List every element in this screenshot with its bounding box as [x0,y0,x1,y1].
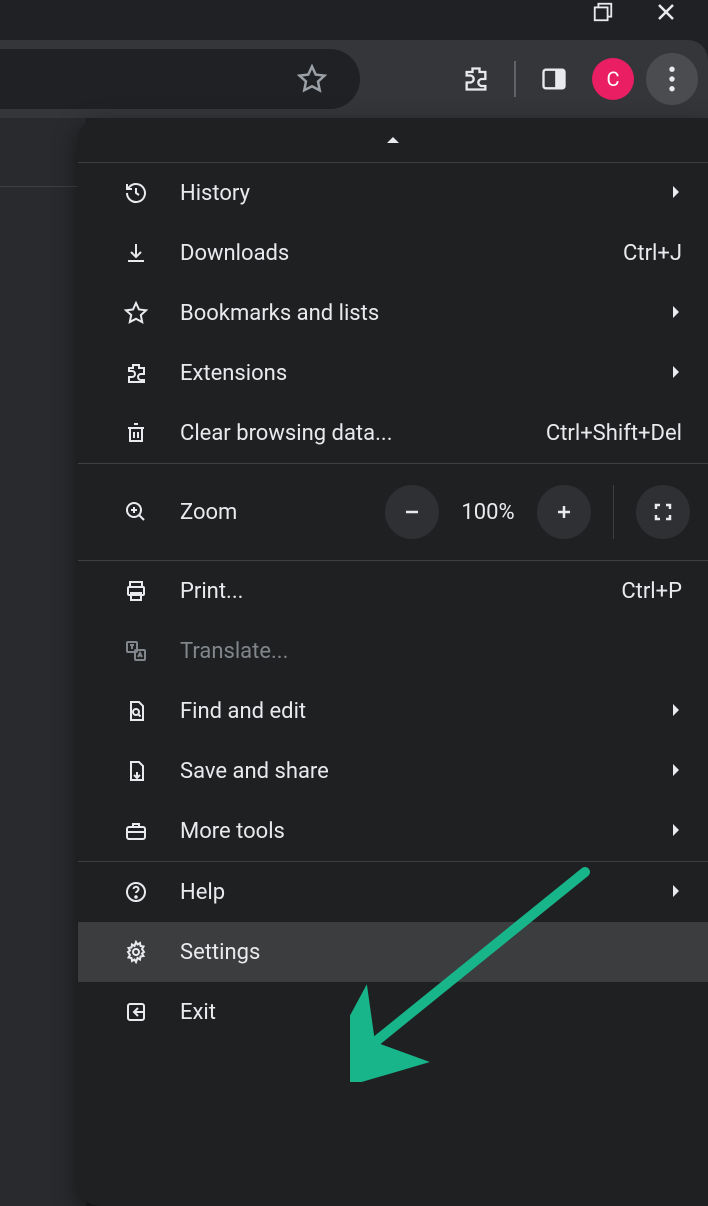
zoom-out-button[interactable] [385,485,439,539]
exit-icon [122,1000,150,1024]
menu-item-find[interactable]: Find and edit [78,681,708,741]
app-menu: History Downloads Ctrl+J Bookmarks and l… [78,118,708,1206]
menu-item-history[interactable]: History [78,163,708,223]
menu-item-label: More tools [180,819,640,844]
maximize-icon[interactable] [592,0,614,24]
menu-item-bookmarks[interactable]: Bookmarks and lists [78,283,708,343]
menu-zoom-section: Zoom 100% [78,463,708,560]
app-menu-button[interactable] [646,53,698,105]
chevron-right-icon [670,880,682,905]
translate-icon [122,639,150,663]
menu-item-shortcut: Ctrl+Shift+Del [546,421,682,446]
profile-avatar[interactable]: C [592,58,634,100]
menu-item-label: Clear browsing data... [180,421,516,446]
menu-item-save-share[interactable]: Save and share [78,741,708,801]
zoom-level: 100% [453,500,523,525]
menu-item-shortcut: Ctrl+J [623,241,682,266]
extension-icon [122,361,150,385]
history-icon [122,181,150,205]
trash-icon [122,421,150,445]
menu-item-label: Translate... [180,639,682,664]
menu-item-help[interactable]: Help [78,862,708,922]
menu-scroll-down-icon[interactable] [78,1042,708,1086]
menu-scroll-up-icon[interactable] [78,118,708,162]
chevron-right-icon [670,361,682,386]
zoom-controls: 100% [385,485,690,539]
menu-item-translate: Translate... [78,621,708,681]
zoom-in-button[interactable] [537,485,591,539]
menu-item-label: Find and edit [180,699,640,724]
menu-item-settings[interactable]: Settings [78,922,708,982]
menu-item-clear-data[interactable]: Clear browsing data... Ctrl+Shift+Del [78,403,708,463]
menu-item-label: Settings [180,940,682,965]
menu-item-label: Save and share [180,759,640,784]
download-icon [122,241,150,265]
zoom-icon [122,500,150,524]
menu-item-label: Exit [180,1000,682,1025]
browser-toolbar: C [0,40,708,118]
menu-section: History Downloads Ctrl+J Bookmarks and l… [78,162,708,463]
gear-icon [122,940,150,964]
zoom-divider [613,485,614,539]
menu-item-label: History [180,181,640,206]
menu-item-label: Print... [180,579,591,604]
menu-item-label: Bookmarks and lists [180,301,640,326]
menu-item-shortcut: Ctrl+P [621,579,682,604]
chevron-right-icon [670,301,682,326]
close-icon[interactable] [654,0,678,24]
extensions-icon[interactable] [450,53,502,105]
toolbox-icon [122,819,150,843]
menu-section: Print... Ctrl+P Translate... Find and ed… [78,560,708,861]
star-icon [122,301,150,325]
chevron-right-icon [670,759,682,784]
help-icon [122,880,150,904]
find-in-page-icon [122,699,150,723]
menu-item-zoom: Zoom 100% [78,464,708,560]
zoom-label: Zoom [180,500,355,525]
chevron-right-icon [670,699,682,724]
menu-item-label: Downloads [180,241,593,266]
menu-item-more-tools[interactable]: More tools [78,801,708,861]
window-controls [592,0,708,32]
save-share-icon [122,759,150,783]
page-content-area [0,118,86,1206]
omnibox[interactable] [0,49,360,109]
menu-item-label: Extensions [180,361,640,386]
menu-item-downloads[interactable]: Downloads Ctrl+J [78,223,708,283]
bookmark-star-icon[interactable] [286,53,338,105]
menu-item-extensions[interactable]: Extensions [78,343,708,403]
menu-item-label: Help [180,880,640,905]
chevron-right-icon [670,819,682,844]
toolbar-divider [514,61,516,97]
sidepanel-icon[interactable] [528,53,580,105]
chevron-right-icon [670,181,682,206]
menu-item-exit[interactable]: Exit [78,982,708,1042]
avatar-letter: C [606,67,619,91]
menu-item-print[interactable]: Print... Ctrl+P [78,561,708,621]
menu-section: Help Settings Exit [78,861,708,1042]
fullscreen-button[interactable] [636,485,690,539]
print-icon [122,579,150,603]
